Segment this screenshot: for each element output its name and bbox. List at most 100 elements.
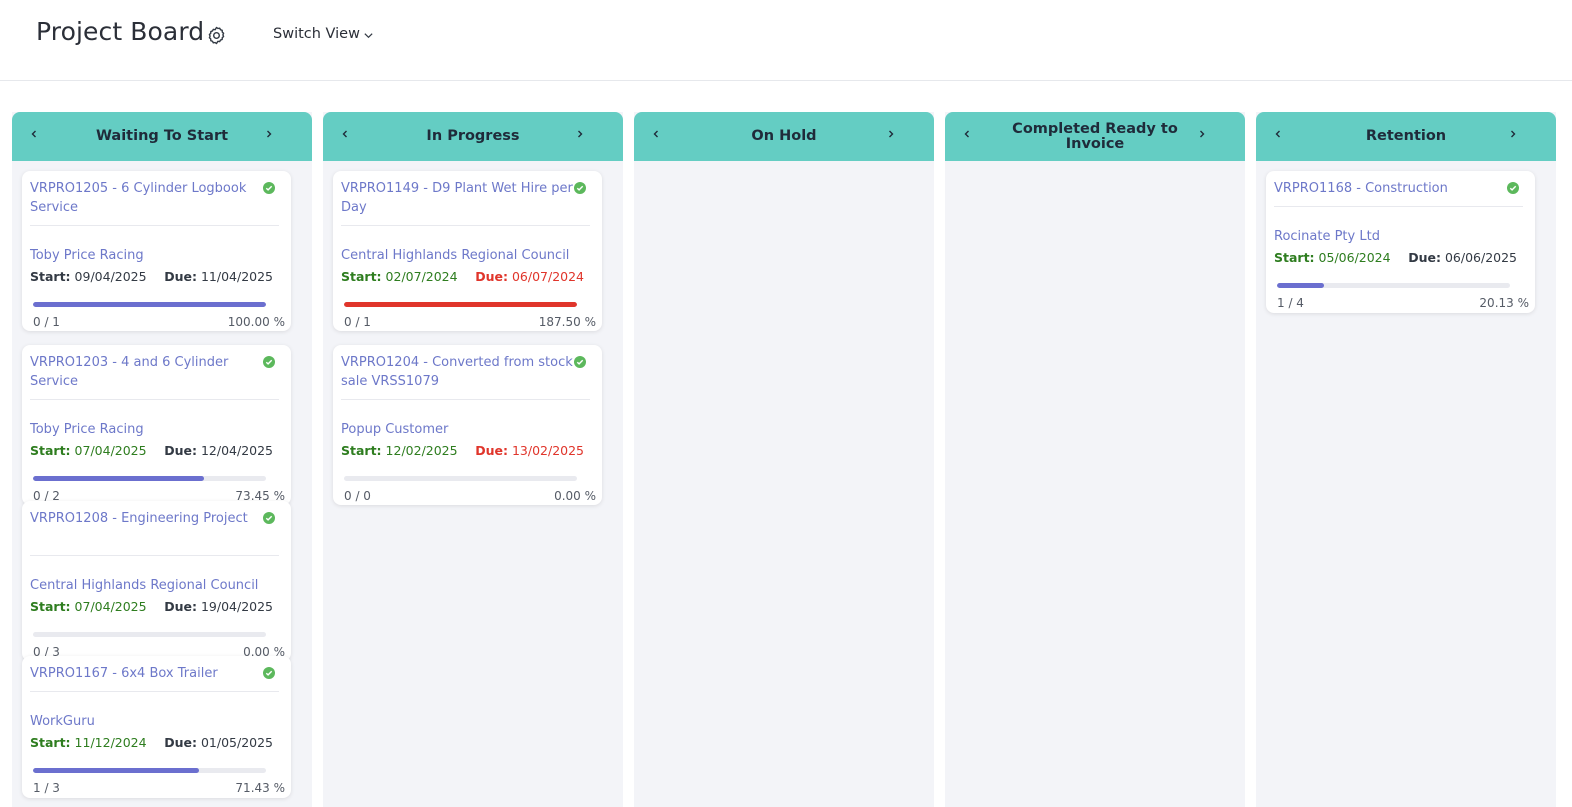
project-name: Construction [1365, 181, 1448, 196]
project-card[interactable]: VRPRO1208 - Engineering Project Central … [22, 501, 291, 661]
card-divider [341, 399, 590, 400]
chevron-left-icon[interactable] [649, 127, 663, 141]
customer-link[interactable]: Central Highlands Regional Council [341, 248, 569, 263]
progress-bar-fill [33, 302, 266, 307]
chevron-right-icon[interactable] [262, 127, 276, 141]
due-value: 11/04/2025 [200, 269, 273, 284]
start-value: 02/07/2024 [385, 269, 458, 284]
chevron-left-icon[interactable] [338, 127, 352, 141]
project-code: VRPRO1167 [30, 666, 109, 681]
chevron-left-icon[interactable] [1271, 127, 1285, 141]
check-circle-icon [263, 667, 275, 679]
progress-percent: 187.50 % [538, 315, 596, 329]
due-date: Due: 11/04/2025 [164, 269, 273, 284]
card-divider [30, 399, 279, 400]
project-card[interactable]: VRPRO1168 - Construction Rocinate Pty Lt… [1266, 171, 1535, 313]
chevron-down-icon [364, 33, 373, 39]
task-count: 1 / 3 [33, 781, 60, 795]
due-label: Due: [164, 599, 197, 614]
column-4: Retention VRPRO1168 - Construction Rocin… [1256, 112, 1556, 807]
due-label: Due: [1408, 250, 1441, 265]
project-card[interactable]: VRPRO1204 - Converted from stock sale VR… [333, 345, 602, 505]
check-circle-icon [574, 182, 586, 194]
due-label: Due: [475, 269, 508, 284]
start-date: Start: 12/02/2025 [341, 443, 458, 458]
due-value: 06/06/2025 [1444, 250, 1517, 265]
due-date: Due: 06/07/2024 [475, 269, 584, 284]
card-dates: Start: 05/06/2024 Due: 06/06/2025 [1274, 250, 1517, 265]
due-value: 01/05/2025 [200, 735, 273, 750]
project-code: VRPRO1149 [341, 181, 420, 196]
card-divider [1274, 206, 1523, 207]
kanban-board: Waiting To Start VRPRO1205 - 6 Cylinder … [12, 112, 1560, 807]
customer-link[interactable]: Toby Price Racing [30, 422, 144, 437]
check-circle-icon [574, 356, 586, 368]
progress-text: 0 / 1 100.00 % [33, 315, 285, 329]
project-title-link[interactable]: VRPRO1168 - Construction [1274, 179, 1506, 198]
card-dates: Start: 07/04/2025 Due: 19/04/2025 [30, 599, 273, 614]
project-card[interactable]: VRPRO1205 - 6 Cylinder Logbook Service T… [22, 171, 291, 331]
due-label: Due: [164, 269, 197, 284]
card-divider [341, 225, 590, 226]
column-title: Completed Ready to Invoice [1012, 120, 1178, 152]
project-title-link[interactable]: VRPRO1204 - Converted from stock sale VR… [341, 353, 573, 391]
column-3: Completed Ready to Invoice [945, 112, 1245, 807]
progress-text: 0 / 0 0.00 % [344, 489, 596, 503]
project-title-link[interactable]: VRPRO1203 - 4 and 6 Cylinder Service [30, 353, 262, 391]
progress-percent: 71.43 % [235, 781, 285, 795]
project-card[interactable]: VRPRO1149 - D9 Plant Wet Hire per Day Ce… [333, 171, 602, 331]
project-title-link[interactable]: VRPRO1149 - D9 Plant Wet Hire per Day [341, 179, 573, 217]
due-value: 06/07/2024 [511, 269, 584, 284]
start-label: Start: [30, 443, 71, 458]
start-value: 07/04/2025 [74, 443, 147, 458]
page-title: Project Board [36, 17, 205, 46]
project-card[interactable]: VRPRO1167 - 6x4 Box Trailer WorkGuru Sta… [22, 656, 291, 798]
project-title-link[interactable]: VRPRO1167 - 6x4 Box Trailer [30, 664, 262, 683]
column-0: Waiting To Start VRPRO1205 - 6 Cylinder … [12, 112, 312, 807]
start-date: Start: 05/06/2024 [1274, 250, 1391, 265]
progress-bar-fill [33, 768, 200, 773]
start-label: Start: [30, 735, 71, 750]
progress-text: 0 / 1 187.50 % [344, 315, 596, 329]
column-title: Waiting To Start [95, 128, 229, 144]
due-label: Due: [164, 735, 197, 750]
due-label: Due: [475, 443, 508, 458]
card-divider [30, 225, 279, 226]
customer-link[interactable]: Toby Price Racing [30, 248, 144, 263]
start-value: 05/06/2024 [1318, 250, 1391, 265]
chevron-right-icon[interactable] [1506, 127, 1520, 141]
chevron-right-icon[interactable] [573, 127, 587, 141]
column-title: In Progress [426, 128, 520, 144]
start-date: Start: 11/12/2024 [30, 735, 147, 750]
switch-view-dropdown[interactable]: Switch View [273, 26, 374, 42]
chevron-right-icon[interactable] [884, 127, 898, 141]
progress-bar-fill [33, 476, 205, 481]
progress-bar [1277, 283, 1510, 288]
due-value: 13/02/2025 [511, 443, 584, 458]
progress-bar [344, 476, 577, 481]
project-title-link[interactable]: VRPRO1208 - Engineering Project [30, 509, 262, 528]
customer-link[interactable]: Central Highlands Regional Council [30, 578, 258, 593]
start-value: 11/12/2024 [74, 735, 147, 750]
chevron-left-icon[interactable] [960, 127, 974, 141]
progress-text: 1 / 3 71.43 % [33, 781, 285, 795]
card-dates: Start: 07/04/2025 Due: 12/04/2025 [30, 443, 273, 458]
customer-link[interactable]: Popup Customer [341, 422, 448, 437]
start-date: Start: 07/04/2025 [30, 443, 147, 458]
due-label: Due: [164, 443, 197, 458]
check-circle-icon [263, 356, 275, 368]
chevron-right-icon[interactable] [1195, 127, 1209, 141]
customer-link[interactable]: WorkGuru [30, 714, 95, 729]
progress-bar [33, 768, 266, 773]
project-code: VRPRO1203 [30, 355, 109, 370]
gear-icon[interactable] [206, 25, 227, 46]
chevron-left-icon[interactable] [27, 127, 41, 141]
project-code: VRPRO1204 [341, 355, 420, 370]
start-label: Start: [341, 443, 382, 458]
progress-bar-fill [344, 302, 577, 307]
project-title-link[interactable]: VRPRO1205 - 6 Cylinder Logbook Service [30, 179, 262, 217]
progress-percent: 100.00 % [227, 315, 285, 329]
customer-link[interactable]: Rocinate Pty Ltd [1274, 229, 1380, 244]
start-date: Start: 07/04/2025 [30, 599, 147, 614]
project-card[interactable]: VRPRO1203 - 4 and 6 Cylinder Service Tob… [22, 345, 291, 505]
